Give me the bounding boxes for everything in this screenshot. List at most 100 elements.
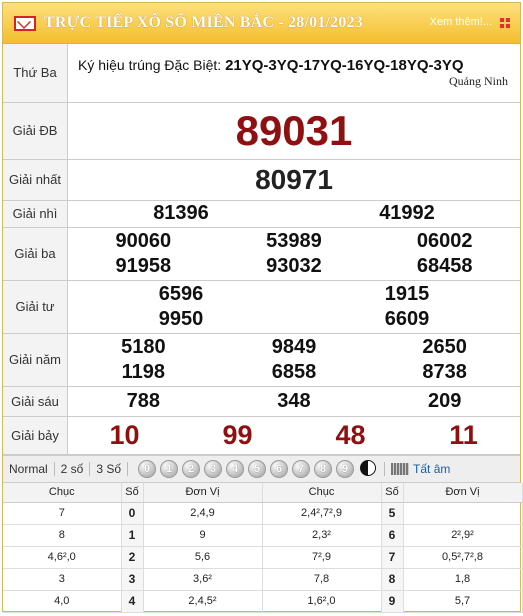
loto-cell: 2,4,5²	[143, 590, 263, 613]
page-title: TRỰC TIẾP XỔ SỐ MIỀN BẮC - 28/01/2023	[44, 14, 363, 31]
prize-label-ba: Giải ba	[3, 227, 68, 281]
second-prize-numbers: 81396 41992	[68, 201, 520, 226]
prize-number: 348	[277, 389, 311, 412]
prize-number: 9849	[271, 335, 317, 358]
option-3-digits[interactable]: 3 Số	[90, 461, 129, 476]
loto-header: Số	[381, 482, 404, 503]
prize-label-db: Giải ĐB	[3, 102, 68, 160]
digit-button[interactable]: 2	[182, 459, 201, 478]
prize-number: 93032	[266, 254, 322, 277]
loto-cell: 2²,9²	[403, 524, 523, 547]
loto-cell: 3,6²	[143, 568, 263, 591]
filter-toolbar: Normal 2 số 3 Số 0 1 2 3 4 5 6 7 8 9 Tất…	[3, 454, 520, 483]
prize-label-tu: Giải tư	[3, 280, 68, 334]
prize-number: 5180	[121, 335, 166, 358]
loto-row: 7 0 2,4,9 2,4²,7²,9 5	[3, 502, 523, 525]
lottery-box: TRỰC TIẾP XỔ SỐ MIỀN BẮC - 28/01/2023 Xe…	[2, 2, 523, 613]
prize-label-nam: Giải năm	[3, 333, 68, 387]
loto-digit: 4	[121, 590, 144, 613]
prize-number: 6858	[271, 360, 317, 383]
loto-cell: 7	[3, 502, 122, 525]
digit-button[interactable]: 4	[226, 459, 245, 478]
loto-cell: 2,3²	[262, 524, 382, 547]
prize-label-bay: Giải bảy	[3, 416, 68, 455]
loto-row: 4,6²,0 2 5,6 7²,9 7 0,5²,7²,8	[3, 546, 523, 569]
loto-digit: 0	[121, 502, 144, 525]
fifth-prize-numbers: 5180 9849 2650 1198 6858 8738	[68, 335, 520, 385]
loto-cell: 4,0	[3, 590, 122, 613]
fourth-prize-numbers: 6596 1915 9950 6609	[68, 282, 520, 332]
loto-cell: 2,4²,7²,9	[262, 502, 382, 525]
prize-label-nhat: Giải nhất	[3, 159, 68, 201]
prize-number: 1915	[384, 282, 430, 305]
prize-label-sau: Giải sáu	[3, 386, 68, 417]
prize-number: 8738	[422, 360, 467, 383]
prize-number: 11	[449, 420, 478, 450]
loto-row: 4,0 4 2,4,5² 1,6²,0 9 5,7	[3, 590, 523, 613]
loto-header: Chục	[262, 482, 382, 503]
loto-header: Chục	[3, 482, 122, 503]
prize-number: 91958	[115, 254, 172, 277]
seventh-prize-numbers: 10 99 48 11	[68, 418, 520, 452]
loto-cell: 8	[3, 524, 122, 547]
prize-number: 41992	[379, 202, 435, 224]
prize-number: 99	[222, 420, 253, 450]
prize-number: 48	[335, 420, 366, 450]
digit-button[interactable]: 7	[292, 459, 311, 478]
results-table: Thứ Ba Ký hiệu trúng Đặc Biệt: 21YQ-3YQ-…	[3, 44, 520, 455]
digit-button[interactable]: 9	[336, 459, 355, 478]
option-2-digits[interactable]: 2 số	[55, 461, 91, 476]
digit-button[interactable]: 6	[270, 459, 289, 478]
loto-digit: 2	[121, 546, 144, 569]
loto-cell: 5,7	[403, 590, 523, 613]
digit-button[interactable]: 8	[314, 459, 333, 478]
loto-digit: 5	[381, 502, 404, 525]
loto-cell: 3	[3, 568, 122, 591]
loto-header: Số	[121, 482, 144, 503]
option-normal[interactable]: Normal	[3, 461, 55, 476]
digit-button[interactable]: 5	[248, 459, 267, 478]
prize-number: 6609	[384, 307, 430, 330]
digit-button[interactable]: 0	[138, 459, 157, 478]
prize-number: 68458	[416, 254, 473, 277]
prize-number: 9950	[158, 307, 204, 330]
loto-digit: 6	[381, 524, 404, 547]
loto-cell: 9	[143, 524, 263, 547]
first-prize-number: 80971	[67, 159, 520, 201]
mail-icon	[14, 15, 36, 31]
prize-number: 209	[427, 389, 462, 412]
loto-header: Đơn Vị	[403, 482, 523, 503]
prize-number: 06002	[416, 229, 473, 252]
loto-cell: 2,4,9	[143, 502, 263, 525]
digit-button[interactable]: 1	[160, 459, 179, 478]
prize-number: 6596	[158, 282, 204, 305]
special-code-value: 21YQ-3YQ-17YQ-16YQ-18YQ-3YQ	[225, 56, 464, 74]
prize-number: 10	[109, 420, 140, 450]
loto-cell	[403, 502, 523, 525]
digit-button[interactable]: 3	[204, 459, 223, 478]
see-more-link[interactable]: Xem thêm!...	[430, 16, 492, 28]
loto-cell: 4,6²,0	[3, 546, 122, 569]
digit-selector: 0 1 2 3 4 5 6 7 8 9	[138, 459, 377, 478]
loto-row: 3 3 3,6² 7,8 8 1,8	[3, 568, 523, 591]
loto-header: Đơn Vị	[143, 482, 263, 503]
prize-label-nhi: Giải nhì	[3, 200, 68, 228]
grid-icon[interactable]	[500, 18, 510, 28]
loto-digit: 8	[381, 568, 404, 591]
loto-digit: 9	[381, 590, 404, 613]
loto-digit: 3	[121, 568, 144, 591]
loto-table: Chục Số Đơn Vị Chục Số Đơn Vị 7 0 2,4,9 2,4…	[3, 482, 523, 613]
loto-cell: 7,8	[262, 568, 382, 591]
divider	[384, 461, 386, 476]
prize-number: 81396	[153, 202, 209, 224]
header-bar: TRỰC TIẾP XỔ SỐ MIỀN BẮC - 28/01/2023 Xe…	[3, 3, 520, 44]
mute-all-button[interactable]: Tất âm	[413, 462, 450, 476]
loto-cell: 1,6²,0	[262, 590, 382, 613]
prize-number: 1198	[121, 360, 166, 383]
yin-yang-icon[interactable]	[360, 459, 377, 476]
special-code: Ký hiệu trúng Đặc Biệt: 21YQ-3YQ-17YQ-16…	[68, 57, 520, 74]
sound-icon[interactable]	[391, 462, 410, 475]
loto-digit: 1	[121, 524, 144, 547]
prize-number: 90060	[115, 229, 172, 252]
province: Quảng Ninh	[449, 73, 508, 88]
